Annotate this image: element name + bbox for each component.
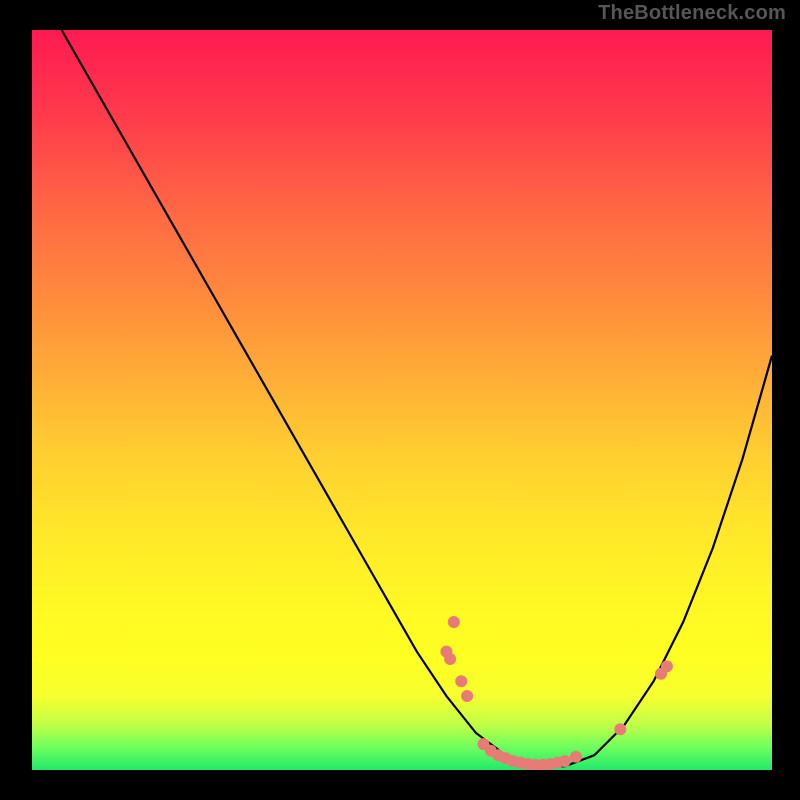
data-point — [570, 751, 582, 763]
data-point — [455, 675, 467, 687]
bottleneck-curve — [62, 30, 772, 766]
data-point — [614, 723, 626, 735]
data-points — [440, 616, 673, 770]
plot-area — [32, 30, 772, 770]
data-point — [448, 616, 460, 628]
data-point — [559, 755, 571, 767]
chart-canvas: TheBottleneck.com — [0, 0, 800, 800]
attribution-text: TheBottleneck.com — [598, 2, 786, 25]
data-point — [661, 660, 673, 672]
data-point — [444, 653, 456, 665]
chart-svg — [32, 30, 772, 770]
data-point — [461, 690, 473, 702]
